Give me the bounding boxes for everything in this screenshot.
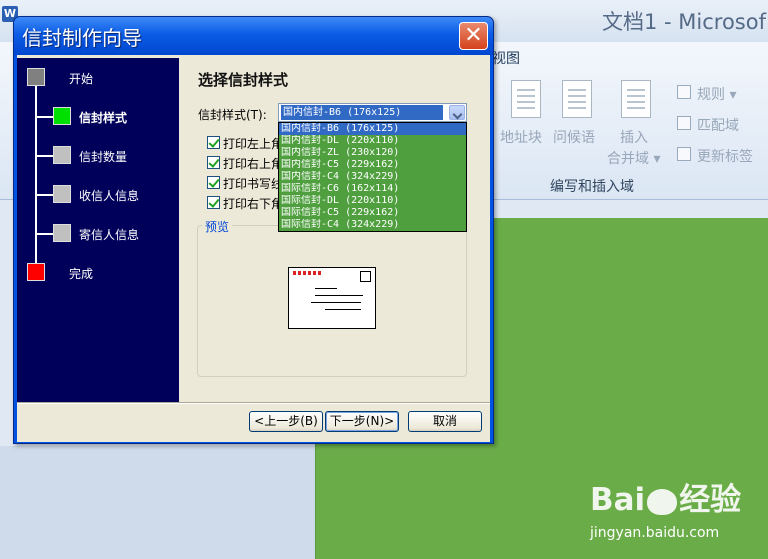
address-line (325, 309, 361, 310)
close-button[interactable]: ✕ (459, 22, 488, 50)
rules-icon (677, 85, 691, 99)
envelope-preview (288, 267, 376, 329)
document-margin (0, 446, 315, 559)
address-line (315, 288, 337, 289)
step-envelope-style-marker (53, 107, 71, 125)
dialog-title-bar[interactable]: 信封制作向导 ✕ (14, 17, 493, 55)
insert-merge-field-label-1[interactable]: 插入 (620, 127, 648, 147)
list-item[interactable]: 国内信封-C4 (324x229) (279, 171, 466, 183)
dialog-body: 开始 信封样式 信封数量 收信人信息 寄信人信息 完成 选择信封样式 信封样式(… (17, 55, 490, 442)
paw-icon (647, 488, 678, 515)
dialog-title: 信封制作向导 (22, 26, 142, 50)
next-button[interactable]: 下一步(N)> (325, 411, 399, 432)
update-labels-button[interactable]: 更新标签 (697, 146, 753, 166)
step-recipient-marker (53, 185, 71, 203)
checkbox-checked-icon[interactable] (207, 176, 220, 189)
rules-button[interactable]: 规则 ▾ (697, 84, 736, 104)
tab-view[interactable]: 视图 (492, 48, 520, 68)
chevron-down-icon[interactable] (449, 105, 465, 120)
checkbox-label: 打印左上角 (223, 137, 284, 151)
list-item[interactable]: 国内信封-ZL (230x120) (279, 147, 466, 159)
envelope-style-value: 国内信封-B6 (176x125) (281, 105, 443, 120)
insert-merge-field-icon (621, 80, 651, 118)
envelope-style-select[interactable]: 国内信封-B6 (176x125) (278, 103, 467, 122)
checkbox-checked-icon[interactable] (207, 156, 220, 169)
checkbox-label: 打印右下角 (223, 197, 284, 211)
watermark-url: jingyan.baidu.com (590, 525, 720, 541)
step-finish-marker (27, 263, 45, 281)
postcode-boxes (293, 271, 323, 275)
step-start-marker (27, 68, 45, 86)
greeting-line-button[interactable]: 问候语 (553, 127, 595, 147)
match-fields-button[interactable]: 匹配域 (697, 115, 739, 135)
ribbon-group-label: 编写和插入域 (550, 179, 634, 195)
step-rail (35, 76, 37, 273)
back-button[interactable]: <上一步(B) (249, 411, 323, 432)
address-line (311, 302, 361, 303)
checkbox-checked-icon[interactable] (207, 136, 220, 149)
address-block-button[interactable]: 地址块 (500, 127, 542, 147)
stamp-box (360, 271, 371, 282)
checkbox-label: 打印右上角 (223, 157, 284, 171)
close-icon: ✕ (464, 23, 483, 48)
step-recipient-label[interactable]: 收信人信息 (79, 187, 139, 204)
cancel-button[interactable]: 取消 (408, 411, 482, 432)
insert-merge-field-label-2[interactable]: 合并域 ▾ (607, 148, 660, 168)
divider (17, 402, 490, 404)
list-item[interactable]: 国际信封-DL (220x110) (279, 195, 466, 207)
envelope-style-label: 信封样式(T): (198, 108, 267, 122)
envelope-wizard-dialog: 信封制作向导 ✕ 开始 信封样式 信封数量 收信人信息 寄信人信息 完成 选择信… (13, 16, 494, 444)
step-finish-label[interactable]: 完成 (69, 265, 93, 282)
step-start-label[interactable]: 开始 (69, 70, 93, 87)
update-labels-icon (677, 147, 691, 161)
step-envelope-count-label[interactable]: 信封数量 (79, 148, 127, 165)
match-fields-icon (677, 116, 691, 130)
address-block-icon (511, 80, 541, 118)
list-item[interactable]: 国内信封-DL (220x110) (279, 135, 466, 147)
step-sender-marker (53, 224, 71, 242)
list-item[interactable]: 国际信封-C4 (324x229) (279, 219, 466, 231)
step-envelope-style-label[interactable]: 信封样式 (79, 109, 127, 126)
checkbox-checked-icon[interactable] (207, 196, 220, 209)
wizard-steps-panel: 开始 信封样式 信封数量 收信人信息 寄信人信息 完成 (17, 58, 179, 402)
baidu-jingyan-logo: Bai 经验 (590, 482, 742, 518)
list-item[interactable]: 国际信封-C5 (229x162) (279, 207, 466, 219)
list-item[interactable]: 国际信封-C6 (162x114) (279, 183, 466, 195)
step-sender-label[interactable]: 寄信人信息 (79, 226, 139, 243)
step-envelope-count-marker (53, 146, 71, 164)
envelope-style-dropdown-list[interactable]: 国内信封-B6 (176x125) 国内信封-DL (220x110) 国内信封… (278, 122, 467, 232)
checkbox-label: 打印书写线 (223, 177, 284, 191)
page-title: 选择信封样式 (198, 71, 289, 89)
address-line (315, 295, 363, 296)
list-item[interactable]: 国内信封-C5 (229x162) (279, 159, 466, 171)
list-item[interactable]: 国内信封-B6 (176x125) (279, 123, 466, 135)
preview-label: 预览 (202, 218, 233, 235)
document-title: 文档1 - Microsof (602, 10, 766, 34)
greeting-line-icon (562, 80, 592, 118)
